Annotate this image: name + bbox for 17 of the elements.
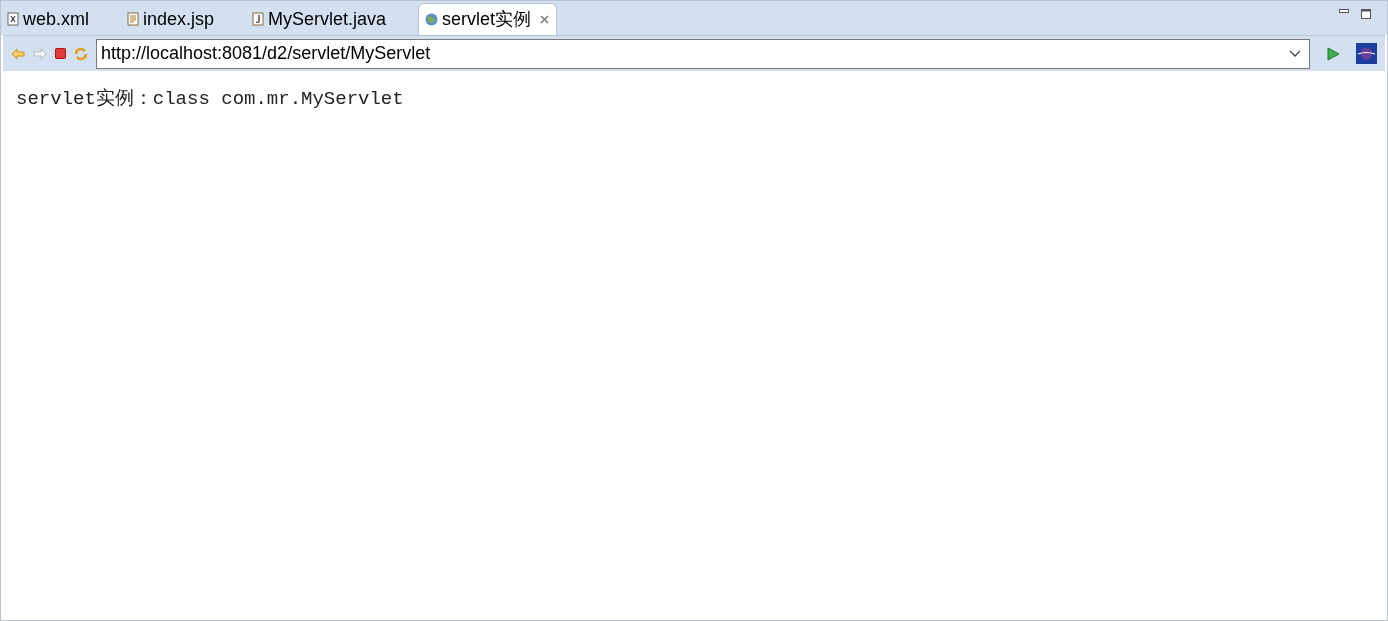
java-file-icon	[252, 12, 265, 26]
document-icon	[127, 12, 139, 26]
maximize-icon[interactable]	[1361, 9, 1371, 19]
editor-tab[interactable]: servlet实例	[418, 3, 558, 35]
stop-icon[interactable]	[55, 48, 66, 59]
editor-tab[interactable]: index.jsp	[121, 3, 221, 35]
editor-tab[interactable]: MyServlet.java	[246, 3, 393, 35]
go-arrow-icon[interactable]	[1326, 46, 1340, 61]
page-text: servlet实例：class com.mr.MyServlet	[16, 87, 405, 112]
dropdown-caret-icon[interactable]	[1289, 49, 1301, 58]
minimize-icon[interactable]	[1339, 9, 1349, 14]
globe-icon	[425, 13, 439, 26]
globe-button-icon[interactable]	[1356, 43, 1377, 64]
xml-file-icon	[7, 12, 19, 26]
address-field[interactable]: http://localhost:8081/d2/servlet/MyServlet	[96, 38, 1310, 69]
editor-tab[interactable]: web.xml	[1, 3, 95, 35]
close-icon[interactable]	[539, 14, 551, 25]
